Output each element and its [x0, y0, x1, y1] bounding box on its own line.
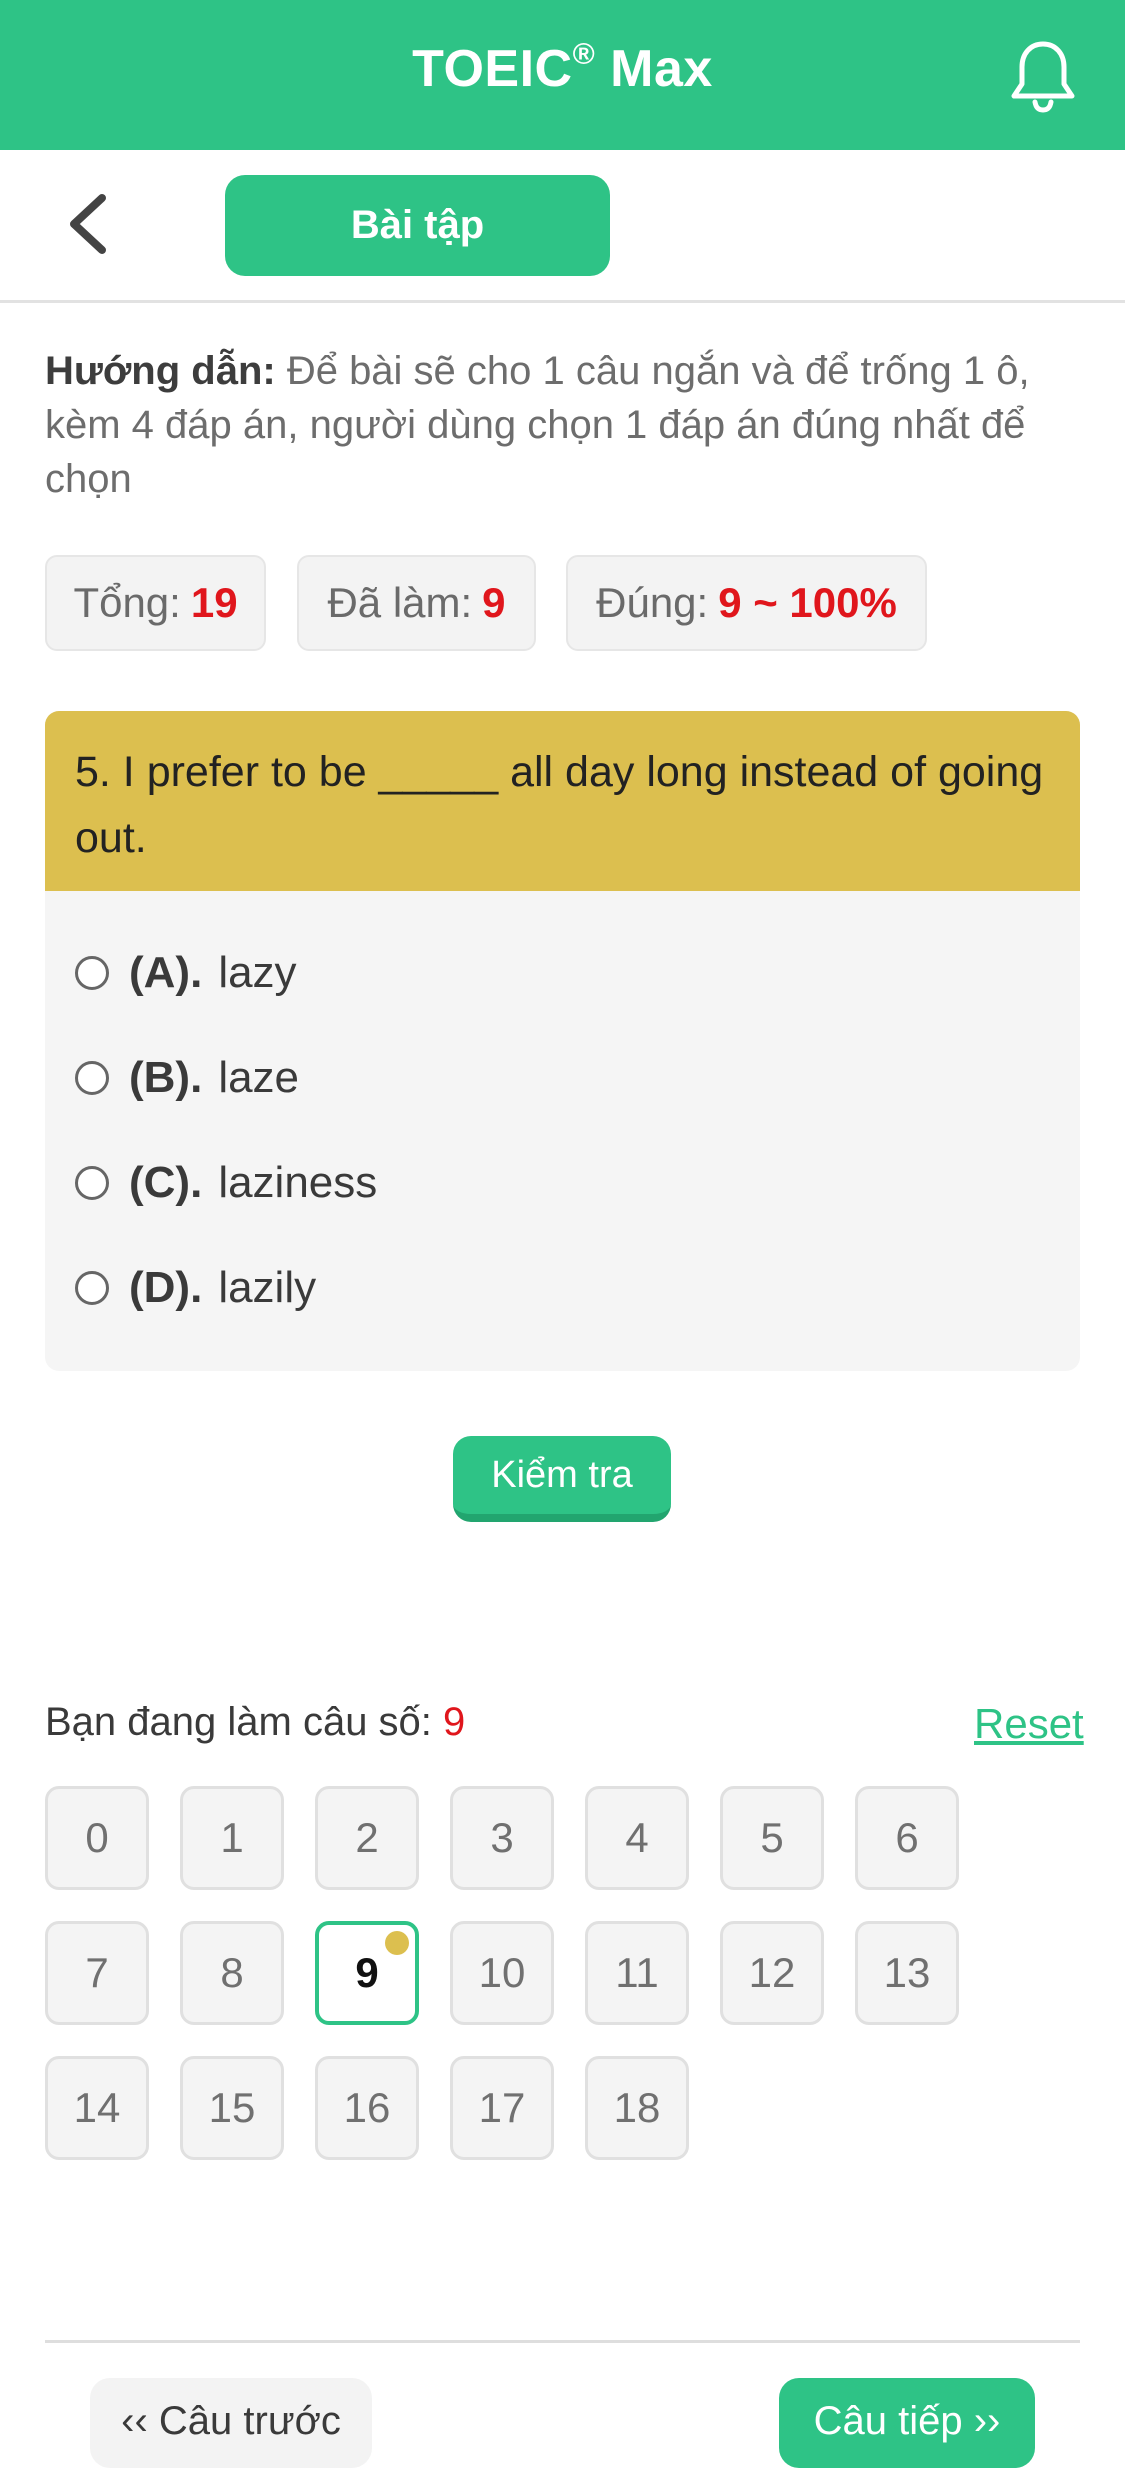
- question-cell[interactable]: 11: [585, 1921, 689, 2025]
- instructions-label: Hướng dẫn:: [45, 349, 276, 393]
- question-cell[interactable]: 3: [450, 1786, 554, 1890]
- question-cell[interactable]: 18: [585, 2056, 689, 2160]
- radio-button[interactable]: [75, 1271, 109, 1305]
- app-title: TOEIC® Max: [412, 38, 713, 98]
- radio-button[interactable]: [75, 1166, 109, 1200]
- question-cell[interactable]: 2: [315, 1786, 419, 1890]
- option-a[interactable]: (A). lazy: [75, 943, 297, 1003]
- question-cell[interactable]: 16: [315, 2056, 419, 2160]
- bell-icon[interactable]: [1008, 38, 1078, 114]
- question-cell[interactable]: 15: [180, 2056, 284, 2160]
- question-card: 5. I prefer to be _____ all day long ins…: [45, 711, 1080, 1371]
- current-question-label: Bạn đang làm câu số: 9: [45, 1700, 466, 1744]
- question-cell[interactable]: 6: [855, 1786, 959, 1890]
- current-question-number: 9: [443, 1700, 466, 1744]
- stat-done: Đã làm: 9: [297, 555, 536, 651]
- question-cell[interactable]: 10: [450, 1921, 554, 2025]
- option-b[interactable]: (B). laze: [75, 1048, 299, 1108]
- stat-total: Tổng: 19: [45, 555, 266, 651]
- sub-navbar: Bài tập: [0, 150, 1125, 303]
- question-cell[interactable]: 7: [45, 1921, 149, 2025]
- stat-total-value: 19: [190, 579, 238, 626]
- stat-correct: Đúng: 9 ~ 100%: [566, 555, 927, 651]
- option-c[interactable]: (C). laziness: [75, 1153, 377, 1213]
- reset-link[interactable]: Reset: [974, 1700, 1084, 1748]
- stat-correct-value: 9 ~ 100%: [718, 579, 897, 626]
- app-header: TOEIC® Max: [0, 0, 1125, 150]
- question-cell[interactable]: 0: [45, 1786, 149, 1890]
- question-cell[interactable]: 17: [450, 2056, 554, 2160]
- radio-button[interactable]: [75, 1061, 109, 1095]
- question-cell-active[interactable]: 9: [315, 1921, 419, 2025]
- chevron-left-icon[interactable]: [62, 192, 112, 256]
- question-cell[interactable]: 4: [585, 1786, 689, 1890]
- option-d[interactable]: (D). lazily: [75, 1258, 316, 1318]
- instructions: Hướng dẫn: Để bài sẽ cho 1 câu ngắn và đ…: [45, 344, 1085, 506]
- question-cell[interactable]: 13: [855, 1921, 959, 2025]
- radio-button[interactable]: [75, 956, 109, 990]
- question-cell[interactable]: 14: [45, 2056, 149, 2160]
- question-cell[interactable]: 12: [720, 1921, 824, 2025]
- previous-question-button[interactable]: ‹‹ Câu trước: [90, 2378, 372, 2468]
- divider: [45, 2340, 1080, 2343]
- next-question-button[interactable]: Câu tiếp ››: [779, 2378, 1035, 2468]
- check-button[interactable]: Kiểm tra: [453, 1436, 671, 1522]
- stat-done-value: 9: [482, 579, 506, 626]
- tab-exercises[interactable]: Bài tập: [225, 175, 610, 276]
- question-cell[interactable]: 1: [180, 1786, 284, 1890]
- question-text: 5. I prefer to be _____ all day long ins…: [45, 711, 1080, 891]
- status-dot: [385, 1931, 409, 1955]
- question-cell[interactable]: 8: [180, 1921, 284, 2025]
- question-cell[interactable]: 5: [720, 1786, 824, 1890]
